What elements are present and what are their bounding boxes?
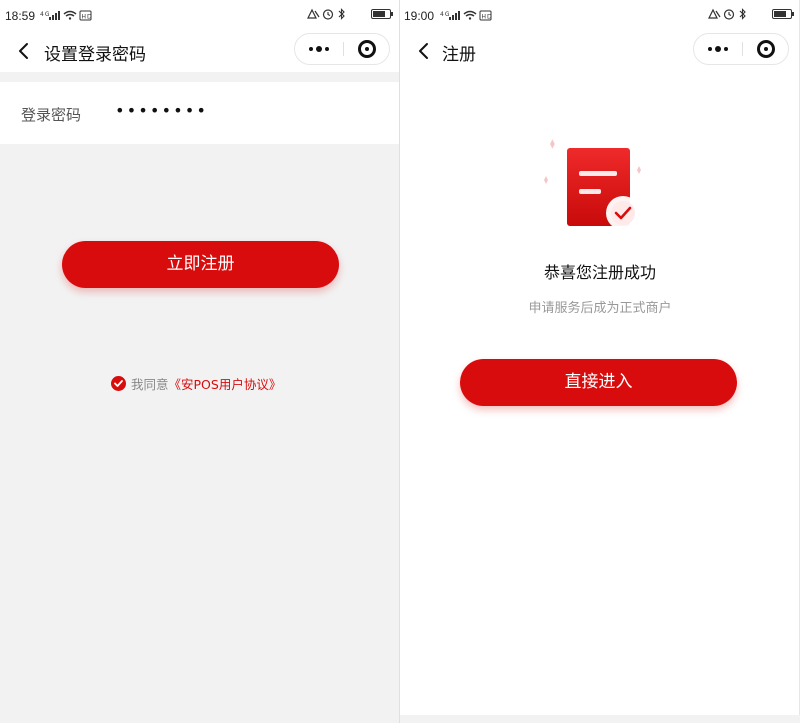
signal-icon: 4G HD: [40, 9, 100, 24]
system-status-icons: [708, 8, 746, 20]
status-time: 19:00: [404, 9, 435, 23]
more-dots-icon-center: [316, 46, 322, 52]
back-arrow-icon[interactable]: [414, 41, 434, 61]
target-icon: [358, 40, 376, 58]
agreement-prefix: 我同意: [131, 376, 169, 392]
more-dots-icon-center: [715, 46, 721, 52]
mini-program-capsule: [693, 33, 789, 65]
battery-icon: [371, 9, 393, 19]
status-right-icons: [707, 8, 794, 20]
agreement-link[interactable]: 《安POS用户协议》: [169, 374, 282, 393]
status-right-icons: [306, 8, 393, 20]
back-arrow-icon[interactable]: [14, 41, 34, 61]
nav-bar: 设置登录密码: [0, 30, 399, 72]
password-input[interactable]: ••••••••: [115, 101, 208, 120]
nav-bar: 注册: [400, 30, 800, 72]
success-title: 恭喜您注册成功: [543, 263, 656, 282]
status-bar: 19:00 4G HD: [400, 0, 800, 30]
bottom-bar: [400, 715, 800, 723]
password-label: 登录密码: [21, 106, 82, 124]
more-menu-button[interactable]: [295, 34, 343, 64]
more-dots-icon: [309, 47, 313, 51]
register-button[interactable]: 立即注册: [62, 241, 339, 288]
svg-text:HD: HD: [482, 14, 493, 21]
signal-icon: 4G HD: [440, 9, 500, 24]
checkbox-checked-icon[interactable]: [111, 375, 126, 391]
more-dots-icon-right: [724, 47, 728, 51]
more-dots-icon: [708, 47, 712, 51]
svg-text:4G: 4G: [40, 11, 50, 18]
target-icon: [757, 40, 775, 58]
close-mini-program-button[interactable]: [344, 34, 390, 64]
success-document-icon: [536, 136, 656, 236]
right-screen: 19:00 4G HD 注册 恭喜您注册成功 申请服务后成为正式商户 直接进入: [400, 0, 800, 723]
agreement-row: 我同意 《安POS用户协议》: [111, 374, 281, 392]
left-screen: 18:59 4G HD 设置登录密码 登录密码 •••••••• 立即注册 我同…: [0, 0, 400, 723]
page-title: 注册: [442, 45, 476, 65]
page-title: 设置登录密码: [44, 45, 146, 65]
password-field-row[interactable]: 登录密码 ••••••••: [0, 82, 399, 144]
status-time: 18:59: [5, 9, 36, 23]
svg-text:4G: 4G: [440, 11, 450, 18]
section-gap: [0, 72, 399, 82]
status-bar: 18:59 4G HD: [0, 0, 399, 30]
more-dots-icon-right: [325, 47, 329, 51]
mini-program-capsule: [294, 33, 390, 65]
system-status-icons: [307, 8, 345, 20]
enter-directly-button[interactable]: 直接进入: [460, 359, 737, 406]
close-mini-program-button[interactable]: [743, 34, 789, 64]
battery-icon: [772, 9, 794, 19]
success-subtitle: 申请服务后成为正式商户: [528, 301, 672, 316]
svg-text:HD: HD: [82, 14, 93, 21]
more-menu-button[interactable]: [694, 34, 742, 64]
